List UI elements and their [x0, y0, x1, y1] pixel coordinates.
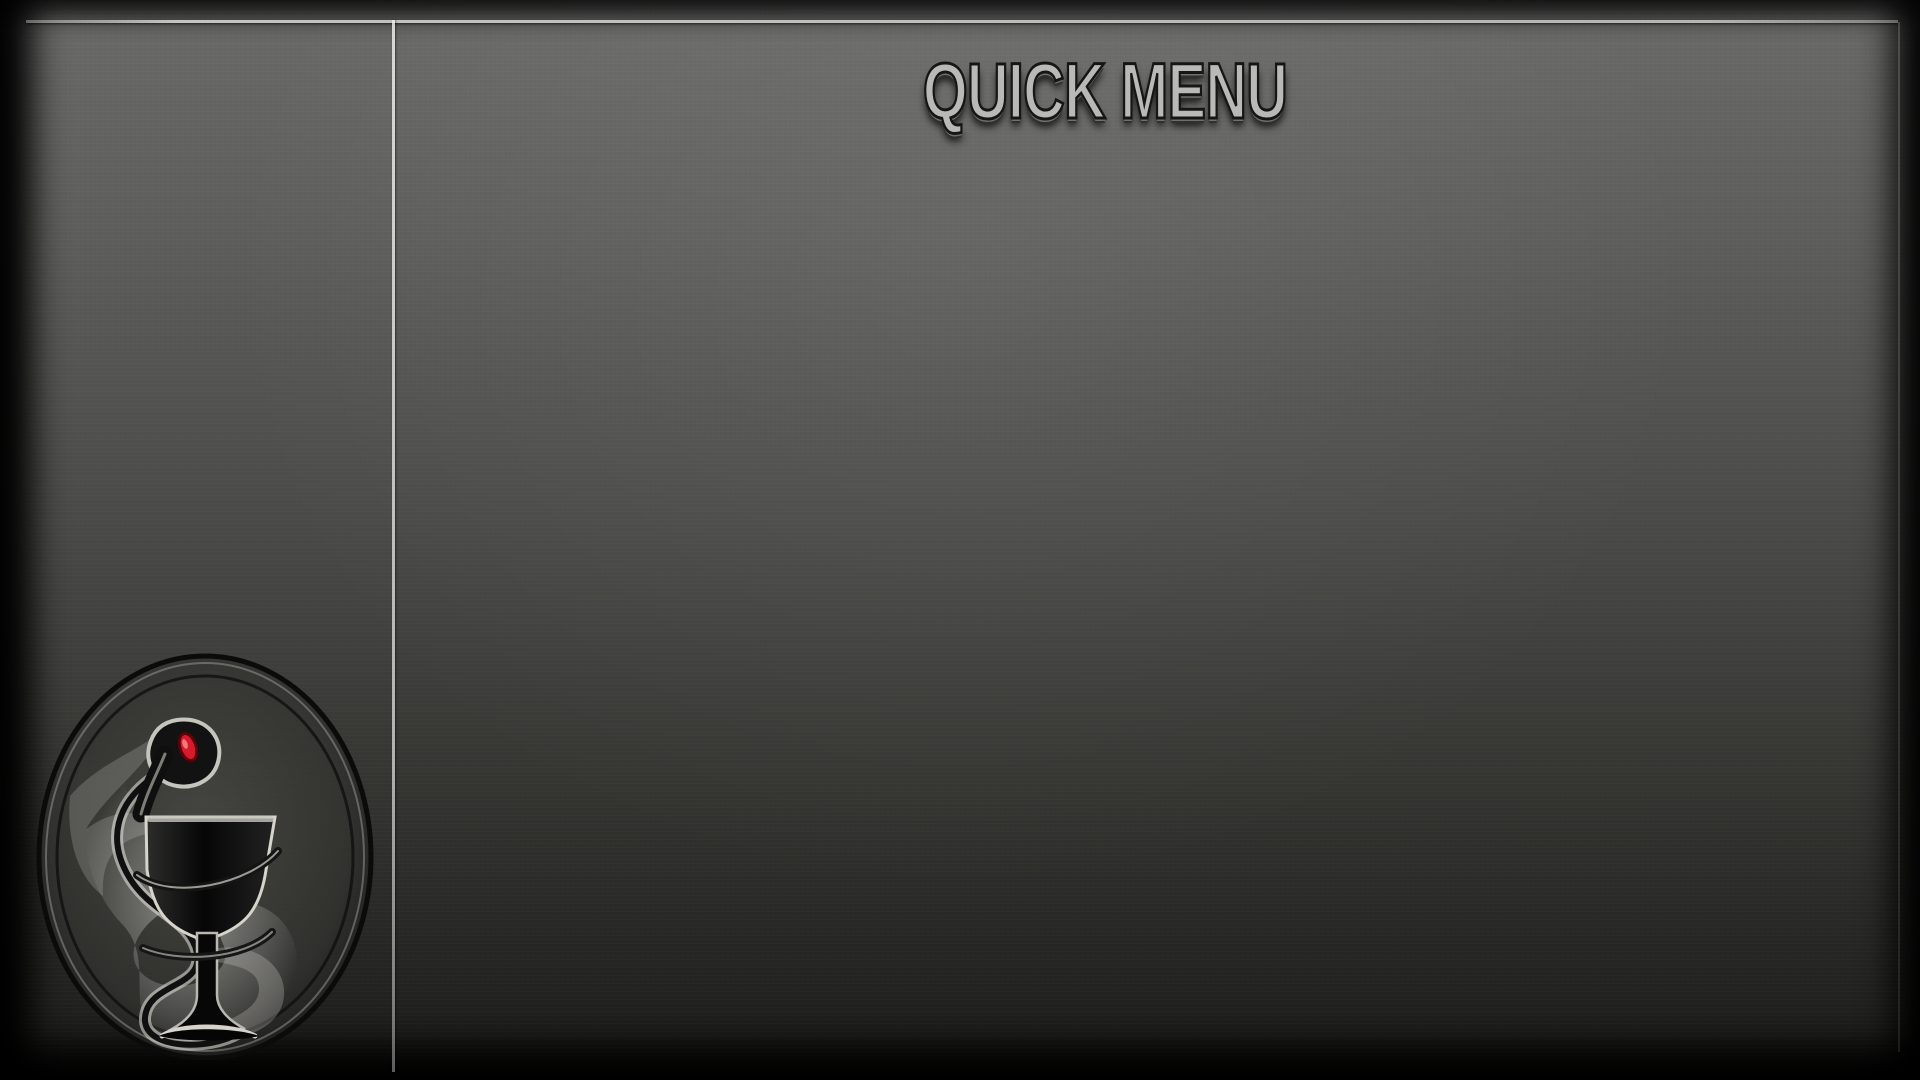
main-panel: QUICK MENU — [395, 23, 1895, 1053]
page-title: QUICK MENU — [922, 45, 1289, 137]
serpent-goblet-emblem-icon — [34, 646, 384, 1060]
right-frame-line — [1898, 22, 1900, 1052]
left-panel — [24, 23, 392, 1060]
quick-menu-screen: QUICK MENU — [0, 0, 1920, 1080]
